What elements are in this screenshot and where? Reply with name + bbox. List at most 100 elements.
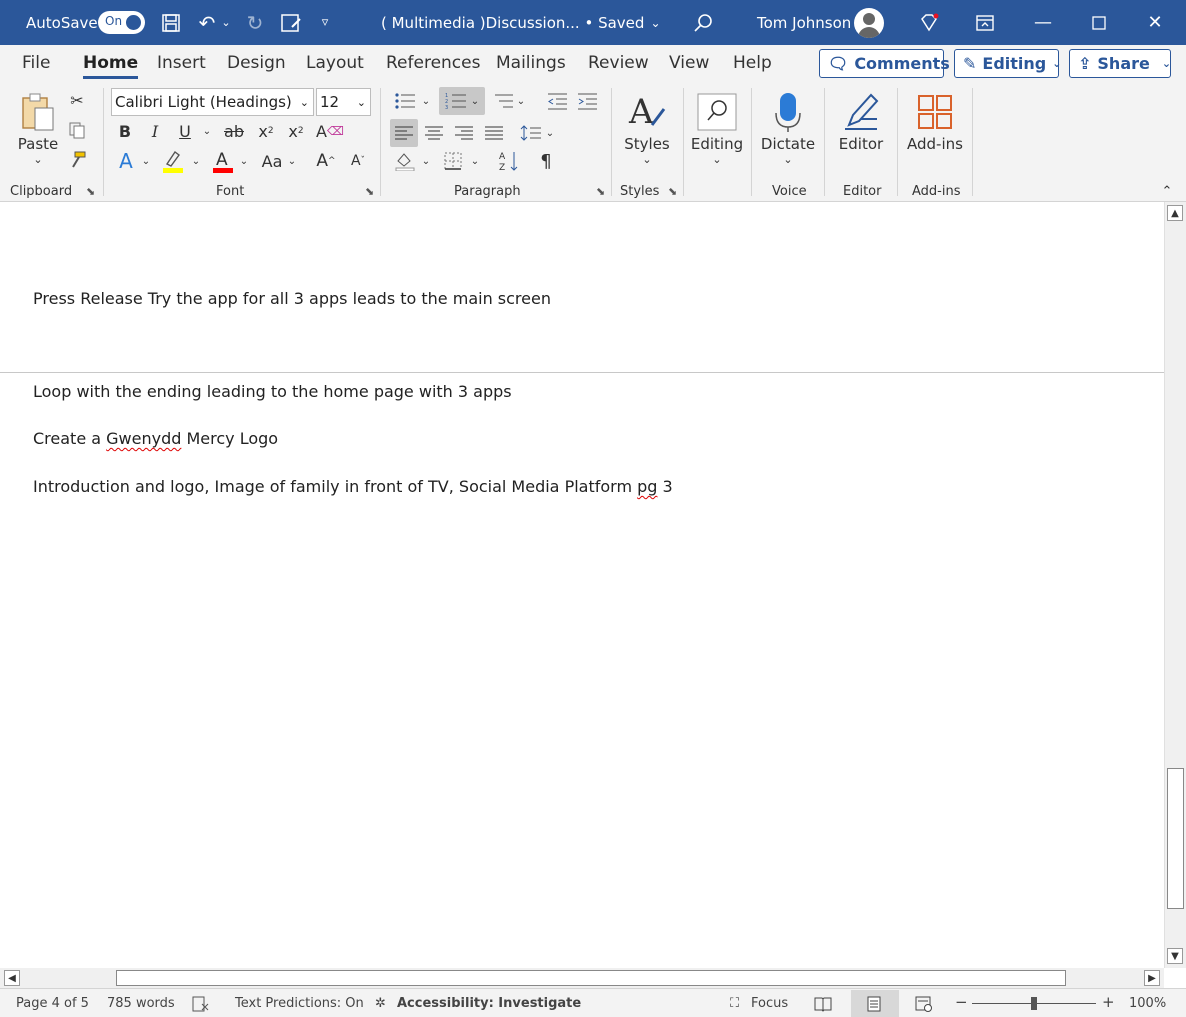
bold-icon[interactable]: B <box>114 119 136 143</box>
ribbon-display-icon[interactable] <box>970 0 1000 45</box>
focus-icon[interactable]: ⛶ <box>730 996 739 1011</box>
comments-button[interactable]: 🗨 Comments <box>819 49 950 78</box>
line-spacing-icon[interactable] <box>518 119 544 147</box>
font-color-dropdown-icon[interactable]: ⌄ <box>238 149 250 173</box>
tab-references[interactable]: References <box>386 53 480 73</box>
multilevel-list-icon[interactable] <box>490 89 516 113</box>
paragraph-launcher-icon[interactable]: ⬊ <box>596 185 605 198</box>
align-center-icon[interactable] <box>421 119 447 147</box>
format-painter-icon[interactable] <box>66 149 88 171</box>
editor-button[interactable]: Editor <box>834 89 888 153</box>
bullets-icon[interactable] <box>392 89 418 113</box>
document-canvas[interactable]: Press Release Try the app for all 3 apps… <box>0 202 1164 968</box>
italic-icon[interactable]: I <box>144 119 166 143</box>
search-icon[interactable] <box>688 0 718 45</box>
misspelled-word[interactable]: Gwenydd <box>106 429 181 448</box>
tab-help[interactable]: Help <box>733 53 772 73</box>
text-effects-icon[interactable]: A <box>114 149 138 173</box>
text-effects-dropdown-icon[interactable]: ⌄ <box>140 149 152 173</box>
grow-font-icon[interactable]: A ^ <box>314 149 338 173</box>
zoom-in-button[interactable]: + <box>1102 993 1115 1011</box>
horizontal-scrollbar[interactable]: ◀ ▶ <box>0 968 1164 988</box>
paste-button[interactable]: Paste ⌄ <box>16 89 60 166</box>
zoom-slider-thumb[interactable] <box>1031 997 1037 1010</box>
paste-dropdown-icon[interactable]: ⌄ <box>33 153 42 166</box>
tab-insert[interactable]: Insert <box>157 53 206 73</box>
multilevel-dropdown-icon[interactable]: ⌄ <box>515 89 527 113</box>
doc-line-loop[interactable]: Loop with the ending leading to the home… <box>33 382 512 401</box>
vertical-scroll-thumb[interactable] <box>1167 768 1184 909</box>
proofing-icon[interactable] <box>192 996 210 1016</box>
text-predictions-status[interactable]: Text Predictions: On <box>235 996 364 1011</box>
tab-design[interactable]: Design <box>227 53 286 73</box>
copy-icon[interactable] <box>66 119 88 141</box>
page-count[interactable]: Page 4 of 5 <box>16 996 89 1011</box>
save-icon[interactable] <box>156 0 186 45</box>
scroll-down-icon[interactable]: ▼ <box>1167 948 1183 964</box>
show-formatting-icon[interactable]: ¶ <box>534 149 558 173</box>
maximize-button[interactable] <box>1076 0 1122 45</box>
tab-review[interactable]: Review <box>588 53 649 73</box>
accessibility-status[interactable]: Accessibility: Investigate <box>397 996 581 1011</box>
zoom-out-button[interactable]: − <box>955 993 968 1011</box>
clipboard-launcher-icon[interactable]: ⬊ <box>86 185 95 198</box>
doc-line-logo[interactable]: Create a Gwenydd Mercy Logo <box>33 429 278 448</box>
document-title[interactable]: ( Multimedia )Discussion... • Saved ⌄ <box>381 0 661 45</box>
shrink-font-icon[interactable]: Aˇ <box>346 149 370 173</box>
share-button[interactable]: ⇪ Share ⌄ <box>1069 49 1171 78</box>
web-layout-icon[interactable] <box>915 996 933 1016</box>
editing-dropdown-icon[interactable]: ⌄ <box>712 153 721 166</box>
borders-icon[interactable] <box>440 149 466 173</box>
focus-label[interactable]: Focus <box>751 996 788 1011</box>
print-layout-icon[interactable] <box>866 996 882 1016</box>
line-spacing-dropdown-icon[interactable]: ⌄ <box>544 119 556 147</box>
increase-indent-icon[interactable] <box>574 89 600 113</box>
collapse-ribbon-icon[interactable]: ⌃ <box>1158 183 1176 199</box>
shading-dropdown-icon[interactable]: ⌄ <box>420 149 432 173</box>
align-right-icon[interactable] <box>451 119 477 147</box>
change-case-dropdown-icon[interactable]: ⌄ <box>286 149 298 173</box>
clear-formatting-icon[interactable]: A ⌫ <box>316 119 344 143</box>
close-button[interactable]: ✕ <box>1132 0 1178 45</box>
bullets-dropdown-icon[interactable]: ⌄ <box>420 89 432 113</box>
styles-button[interactable]: A Styles ⌄ <box>622 89 672 166</box>
scroll-right-icon[interactable]: ▶ <box>1144 970 1160 986</box>
misspelled-word[interactable]: pg <box>637 477 657 496</box>
underline-icon[interactable]: U <box>174 119 196 143</box>
borders-dropdown-icon[interactable]: ⌄ <box>469 149 481 173</box>
horizontal-scroll-thumb[interactable] <box>116 970 1066 986</box>
font-name-select[interactable]: Calibri Light (Headings) ⌄ <box>111 88 314 116</box>
tab-file[interactable]: File <box>22 53 50 73</box>
tab-mailings[interactable]: Mailings <box>496 53 566 73</box>
subscript-icon[interactable]: x2 <box>254 119 278 143</box>
shading-icon[interactable] <box>392 149 418 173</box>
align-left-icon[interactable] <box>390 119 418 147</box>
highlight-dropdown-icon[interactable]: ⌄ <box>190 149 202 173</box>
save-as-icon[interactable] <box>276 0 306 45</box>
accessibility-icon[interactable]: ✲ <box>375 996 386 1011</box>
font-color-icon[interactable]: A <box>210 147 236 175</box>
numbering-icon[interactable]: 123 ⌄ <box>439 87 485 115</box>
superscript-icon[interactable]: x2 <box>284 119 308 143</box>
autosave-toggle[interactable]: On <box>98 0 145 45</box>
highlight-icon[interactable] <box>160 147 186 175</box>
sort-icon[interactable]: AZ <box>496 149 522 173</box>
avatar[interactable] <box>854 0 884 45</box>
editing-mode-button[interactable]: ✎ Editing ⌄ <box>954 49 1061 78</box>
cut-icon[interactable]: ✂ <box>66 89 88 111</box>
change-case-icon[interactable]: Aa <box>258 149 286 173</box>
tab-layout[interactable]: Layout <box>306 53 364 73</box>
underline-dropdown-icon[interactable]: ⌄ <box>200 119 214 143</box>
diamond-icon[interactable] <box>914 0 944 45</box>
read-mode-icon[interactable] <box>814 996 832 1016</box>
font-launcher-icon[interactable]: ⬊ <box>365 185 374 198</box>
user-name[interactable]: Tom Johnson <box>757 0 851 45</box>
zoom-level[interactable]: 100% <box>1129 996 1166 1011</box>
undo-dropdown-icon[interactable]: ⌄ <box>218 0 234 45</box>
minimize-button[interactable]: — <box>1020 0 1066 45</box>
dictate-dropdown-icon[interactable]: ⌄ <box>783 153 792 166</box>
strikethrough-icon[interactable]: ab <box>222 119 246 143</box>
doc-line-introduction[interactable]: Introduction and logo, Image of family i… <box>33 477 673 496</box>
doc-line-press-release[interactable]: Press Release Try the app for all 3 apps… <box>33 289 551 308</box>
scroll-up-icon[interactable]: ▲ <box>1167 205 1183 221</box>
